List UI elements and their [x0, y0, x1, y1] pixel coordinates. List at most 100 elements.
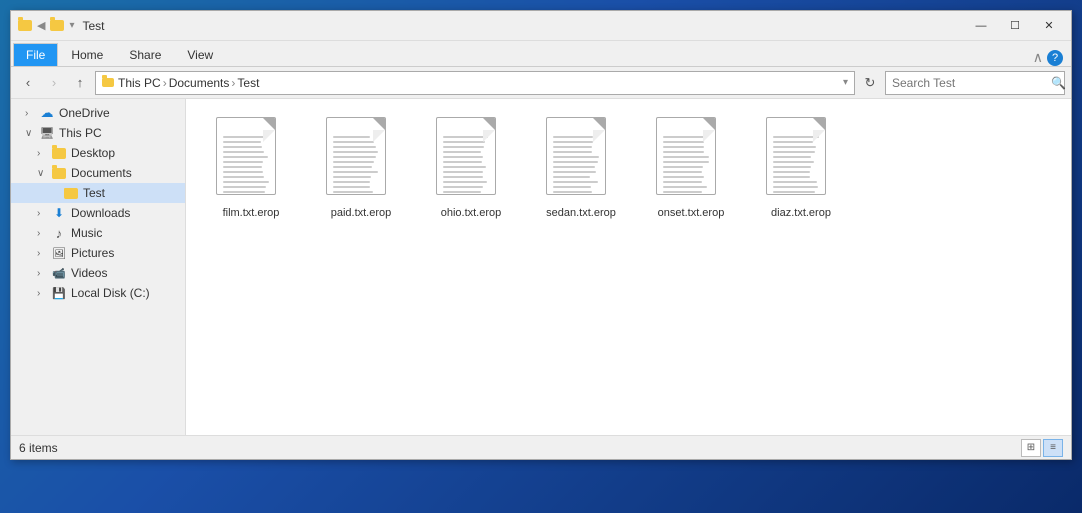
breadcrumb-documents[interactable]: Documents [169, 76, 230, 90]
onedrive-arrow: › [25, 108, 39, 119]
documents-folder-icon [51, 166, 67, 180]
desktop-arrow: › [37, 148, 51, 159]
file-item[interactable]: diaz.txt.erop [746, 109, 856, 228]
music-icon: ♪ [51, 226, 67, 240]
grid-view-button[interactable]: ⊞ [1021, 439, 1041, 457]
breadcrumb: This PC › Documents › Test [118, 76, 259, 90]
breadcrumb-this-pc[interactable]: This PC [118, 76, 161, 90]
up-button[interactable]: ↑ [69, 72, 91, 94]
doc-shape [436, 117, 496, 195]
refresh-button[interactable]: ↻ [859, 72, 881, 94]
doc-shape [326, 117, 386, 195]
sidebar-item-this-pc[interactable]: ∨ 🖥 This PC [11, 123, 185, 143]
sidebar-item-local-disk[interactable]: › 💾 Local Disk (C:) [11, 283, 185, 303]
window-icon [17, 18, 33, 34]
doc-shape [766, 117, 826, 195]
folder-icon-2 [49, 18, 65, 34]
pc-icon: 🖥 [39, 126, 55, 140]
search-icon: 🔍 [1051, 76, 1066, 90]
tab-view[interactable]: View [174, 43, 226, 66]
sidebar-label-pictures: Pictures [71, 246, 114, 260]
downloads-arrow: › [37, 208, 51, 219]
music-arrow: › [37, 228, 51, 239]
file-icon [656, 117, 726, 202]
sidebar-label-desktop: Desktop [71, 146, 115, 160]
minimize-button[interactable]: — [965, 16, 997, 36]
file-item[interactable]: sedan.txt.erop [526, 109, 636, 228]
doc-lines [443, 136, 489, 195]
sidebar-item-downloads[interactable]: › ⬇ Downloads [11, 203, 185, 223]
close-button[interactable]: ✕ [1033, 16, 1065, 36]
back-button[interactable]: ‹ [17, 72, 39, 94]
window-title: Test [83, 19, 966, 33]
quick-access-icon: ◀ [37, 19, 45, 32]
doc-shape [546, 117, 606, 195]
file-name: film.txt.erop [223, 206, 280, 220]
arrow-down-icon: ▾ [69, 20, 74, 31]
status-bar: 6 items ⊞ ≡ [11, 435, 1071, 459]
sidebar-label-downloads: Downloads [71, 206, 130, 220]
sidebar-item-desktop[interactable]: › Desktop [11, 143, 185, 163]
doc-shape [656, 117, 716, 195]
pictures-arrow: › [37, 248, 51, 259]
sidebar-item-documents[interactable]: ∨ Documents [11, 163, 185, 183]
doc-lines [663, 136, 709, 195]
downloads-icon: ⬇ [51, 206, 67, 220]
pictures-icon: 🖼 [51, 246, 67, 260]
maximize-button[interactable]: ☐ [999, 16, 1031, 36]
file-icon [216, 117, 286, 202]
sidebar: › ☁ OneDrive ∨ 🖥 This PC › Desktop ∨ Doc… [11, 99, 186, 435]
desktop-folder-icon [51, 146, 67, 160]
tab-file[interactable]: File [13, 43, 58, 66]
doc-shape [216, 117, 276, 195]
item-count: 6 items [19, 441, 58, 455]
videos-arrow: › [37, 268, 51, 279]
file-icon [326, 117, 396, 202]
sidebar-label-test: Test [83, 186, 105, 200]
main-area: › ☁ OneDrive ∨ 🖥 This PC › Desktop ∨ Doc… [11, 99, 1071, 435]
ribbon-collapse-icon[interactable]: ∧ [1033, 49, 1043, 66]
file-name: ohio.txt.erop [441, 206, 502, 220]
content-area: film.txt.erop paid.txt.erop ohio.txt.ero… [186, 99, 1071, 435]
sidebar-label-music: Music [71, 226, 102, 240]
window-controls: — ☐ ✕ [965, 16, 1065, 36]
sidebar-item-onedrive[interactable]: › ☁ OneDrive [11, 103, 185, 123]
sidebar-item-music[interactable]: › ♪ Music [11, 223, 185, 243]
file-item[interactable]: onset.txt.erop [636, 109, 746, 228]
list-view-button[interactable]: ≡ [1043, 439, 1063, 457]
file-item[interactable]: paid.txt.erop [306, 109, 416, 228]
doc-lines [553, 136, 599, 195]
file-name: paid.txt.erop [331, 206, 392, 220]
forward-button[interactable]: › [43, 72, 65, 94]
sidebar-item-pictures[interactable]: › 🖼 Pictures [11, 243, 185, 263]
file-name: sedan.txt.erop [546, 206, 616, 220]
address-bar-row: ‹ › ↑ This PC › Documents › Test ▾ ↻ 🔍 [11, 67, 1071, 99]
sidebar-item-videos[interactable]: › 📹 Videos [11, 263, 185, 283]
help-icon[interactable]: ? [1047, 50, 1063, 66]
cloud-icon: ☁ [39, 106, 55, 120]
file-item[interactable]: ohio.txt.erop [416, 109, 526, 228]
sidebar-label-this-pc: This PC [59, 126, 102, 140]
test-folder-icon [63, 186, 79, 200]
tab-home[interactable]: Home [58, 43, 116, 66]
file-name: onset.txt.erop [658, 206, 725, 220]
file-name: diaz.txt.erop [771, 206, 831, 220]
videos-icon: 📹 [51, 266, 67, 280]
doc-lines [333, 136, 379, 195]
file-item[interactable]: film.txt.erop [196, 109, 306, 228]
address-dropdown-icon[interactable]: ▾ [843, 77, 848, 88]
sidebar-label-onedrive: OneDrive [59, 106, 110, 120]
view-toggle: ⊞ ≡ [1021, 439, 1063, 457]
address-box[interactable]: This PC › Documents › Test ▾ [95, 71, 855, 95]
breadcrumb-test[interactable]: Test [237, 76, 259, 90]
sidebar-label-videos: Videos [71, 266, 107, 280]
doc-lines [773, 136, 819, 195]
breadcrumb-sep-1: › [163, 76, 167, 90]
file-icon [436, 117, 506, 202]
search-box[interactable]: 🔍 [885, 71, 1065, 95]
sidebar-item-test[interactable]: Test [11, 183, 185, 203]
doc-lines [223, 136, 269, 195]
ribbon-tabs: File Home Share View ∧ ? [11, 41, 1071, 67]
tab-share[interactable]: Share [116, 43, 174, 66]
search-input[interactable] [892, 76, 1047, 90]
